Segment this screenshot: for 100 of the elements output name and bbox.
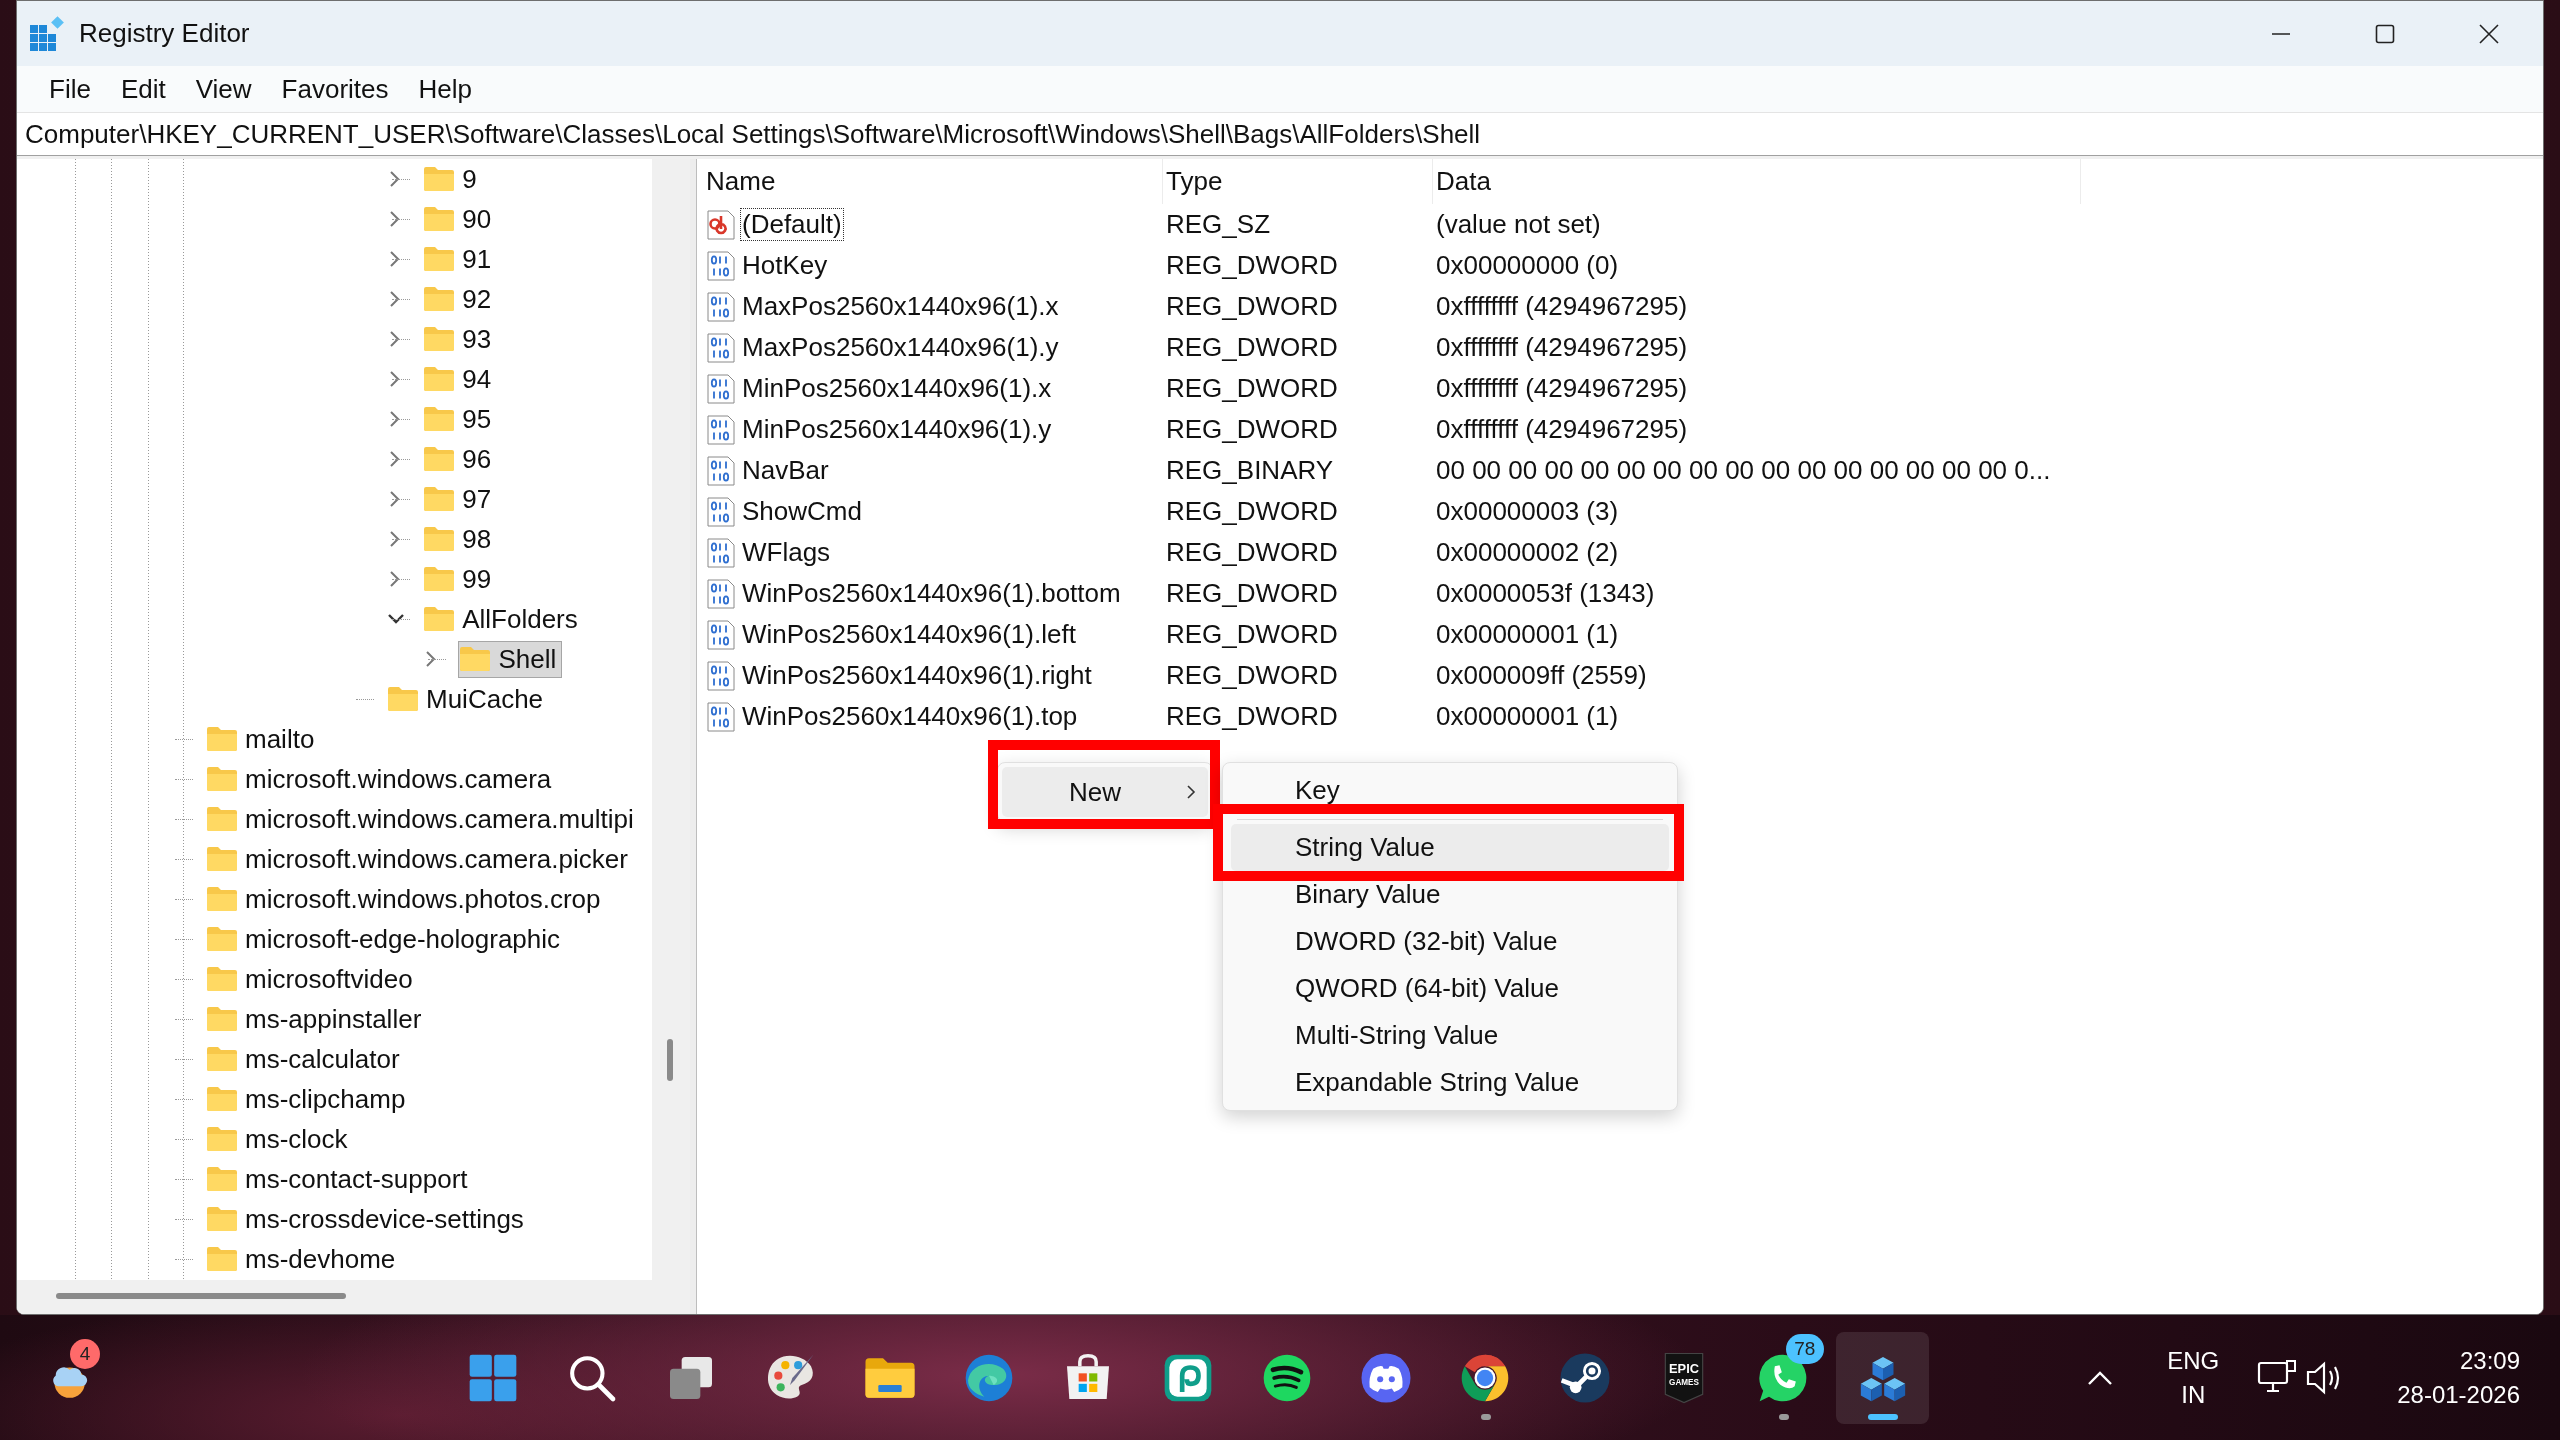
- tree-item[interactable]: ms-devhome: [205, 1240, 402, 1278]
- folder-icon: [206, 846, 238, 872]
- tree-item[interactable]: ms-calculator: [205, 1040, 406, 1078]
- value-name: MaxPos2560x1440x96(1).y: [741, 331, 1060, 364]
- chevron-right-icon[interactable]: [388, 291, 401, 307]
- chevron-right-icon[interactable]: [388, 491, 401, 507]
- chevron-right-icon[interactable]: [388, 251, 401, 267]
- address-bar[interactable]: Computer\HKEY_CURRENT_USER\Software\Classes\Local Settings\Software\Microsoft\Windows\Shell\Bags\AllFolders\Shell: [17, 113, 2543, 155]
- chevron-right-icon[interactable]: [388, 331, 401, 347]
- value-type: REG_DWORD: [1166, 496, 1338, 527]
- folder-icon: [423, 406, 456, 432]
- value-data: 0xffffffff (4294967295): [1436, 373, 1688, 404]
- tree-item[interactable]: MuiCache: [386, 680, 550, 718]
- clock[interactable]: 23:09 28-01-2026: [2397, 1343, 2520, 1412]
- folder-icon: [206, 726, 238, 752]
- tree-item[interactable]: 91: [422, 240, 498, 278]
- folder-icon: [206, 966, 238, 992]
- menu-item[interactable]: Binary Value: [1231, 871, 1669, 918]
- tree-item[interactable]: 97: [422, 480, 498, 518]
- tree-item[interactable]: microsoft-edge-holographic: [205, 920, 567, 958]
- folder-icon: [387, 686, 419, 712]
- column-header[interactable]: Data: [1433, 159, 2081, 204]
- tree-item[interactable]: ms-clipchamp: [205, 1080, 412, 1118]
- folder-icon: [206, 1126, 238, 1152]
- binary-value-icon: [706, 496, 736, 527]
- value-name: NavBar: [741, 454, 830, 487]
- tree-item[interactable]: ms-appinstaller: [205, 1000, 428, 1038]
- binary-value-icon: [706, 537, 736, 568]
- widgets-button[interactable]: 4: [32, 1332, 112, 1423]
- folder-icon: [423, 206, 456, 232]
- taskbar-button[interactable]: 78: [1736, 1331, 1830, 1424]
- menu-item[interactable]: String Value: [1231, 824, 1669, 871]
- chevron-right-icon[interactable]: [388, 171, 401, 187]
- value-type: REG_DWORD: [1166, 414, 1338, 445]
- binary-value-icon: [706, 619, 736, 650]
- tree-item[interactable]: mailto: [205, 720, 321, 758]
- chevron-right-icon[interactable]: [388, 571, 401, 587]
- tree-item[interactable]: 96: [422, 440, 498, 478]
- column-header[interactable]: Name: [703, 159, 1163, 204]
- value-data: 00 00 00 00 00 00 00 00 00 00 00 00 00 00 00 00 0...: [1436, 455, 2051, 486]
- value-data: 0xffffffff (4294967295): [1436, 332, 1688, 363]
- folder-icon: [206, 1206, 238, 1232]
- chevron-right-icon[interactable]: [388, 411, 401, 427]
- folder-icon: [206, 806, 238, 832]
- folder-icon: [423, 166, 456, 192]
- tree-item[interactable]: 9: [422, 160, 483, 198]
- value-name: WinPos2560x1440x96(1).right: [741, 659, 1093, 692]
- menu-item[interactable]: QWORD (64-bit) Value: [1231, 965, 1669, 1012]
- menu-item[interactable]: Key: [1231, 767, 1669, 814]
- binary-value-icon: [706, 332, 736, 363]
- menu-item[interactable]: New: [1002, 767, 1208, 817]
- tree-item[interactable]: microsoft.windows.photos.crop: [205, 880, 607, 918]
- value-type: REG_DWORD: [1166, 291, 1338, 322]
- tree-item[interactable]: 94: [422, 360, 498, 398]
- tree-item[interactable]: 95: [422, 400, 498, 438]
- value-type: REG_DWORD: [1166, 578, 1338, 609]
- chevron-right-icon[interactable]: [388, 531, 401, 547]
- value-data: 0x0000053f (1343): [1436, 578, 1655, 609]
- tree-item[interactable]: microsoft.windows.camera: [205, 760, 558, 798]
- folder-icon: [423, 526, 456, 552]
- tree-item[interactable]: 99: [422, 560, 498, 598]
- tree-item[interactable]: 98: [422, 520, 498, 558]
- app-icon: [29, 15, 65, 52]
- tree-item[interactable]: ms-clock: [205, 1120, 354, 1158]
- value-type: REG_DWORD: [1166, 250, 1338, 281]
- value-type: REG_DWORD: [1166, 373, 1338, 404]
- menu-item[interactable]: DWORD (32-bit) Value: [1231, 918, 1669, 965]
- notification-badge: 78: [1785, 1333, 1824, 1364]
- taskbar-button[interactable]: EPIC GAMES: [1637, 1331, 1731, 1424]
- tree-item[interactable]: ms-crossdevice-settings: [205, 1200, 530, 1238]
- folder-icon: [459, 646, 492, 672]
- folder-icon: [423, 566, 456, 592]
- tree-item[interactable]: microsoft.windows.camera.multipi: [205, 800, 640, 838]
- tree-item[interactable]: ms-contact-support: [205, 1160, 474, 1198]
- binary-value-icon: [706, 250, 736, 281]
- value-name: ShowCmd: [741, 495, 863, 528]
- menu-item[interactable]: Expandable String Value: [1231, 1059, 1669, 1106]
- scrollbar-thumb[interactable]: [667, 1039, 673, 1081]
- value-name: WinPos2560x1440x96(1).left: [741, 618, 1077, 651]
- folder-icon: [206, 1246, 238, 1272]
- column-header[interactable]: Type: [1163, 159, 1433, 204]
- tree-item[interactable]: Shell: [458, 640, 563, 678]
- folder-icon: [423, 326, 456, 352]
- tree-item[interactable]: microsoftvideo: [205, 960, 419, 998]
- value-type: REG_DWORD: [1166, 660, 1338, 691]
- tree-item[interactable]: 90: [422, 200, 498, 238]
- tree-item[interactable]: 92: [422, 280, 498, 318]
- tree-item[interactable]: AllFolders: [422, 600, 584, 638]
- chevron-right-icon[interactable]: [388, 211, 401, 227]
- language-indicator[interactable]: ENG IN: [2157, 1343, 2230, 1412]
- tree-item[interactable]: microsoft.windows.camera.picker: [205, 840, 634, 878]
- menu-item[interactable]: Multi-String Value: [1231, 1012, 1669, 1059]
- chevron-right-icon[interactable]: [388, 371, 401, 387]
- chevron-right-icon[interactable]: [424, 651, 437, 667]
- tree-item[interactable]: 93: [422, 320, 498, 358]
- chevron-right-icon[interactable]: [388, 451, 401, 467]
- chevron-down-icon[interactable]: [388, 613, 405, 625]
- scrollbar-thumb[interactable]: [56, 1293, 346, 1299]
- folder-icon: [423, 446, 456, 472]
- taskbar-button[interactable]: [1836, 1331, 1930, 1424]
